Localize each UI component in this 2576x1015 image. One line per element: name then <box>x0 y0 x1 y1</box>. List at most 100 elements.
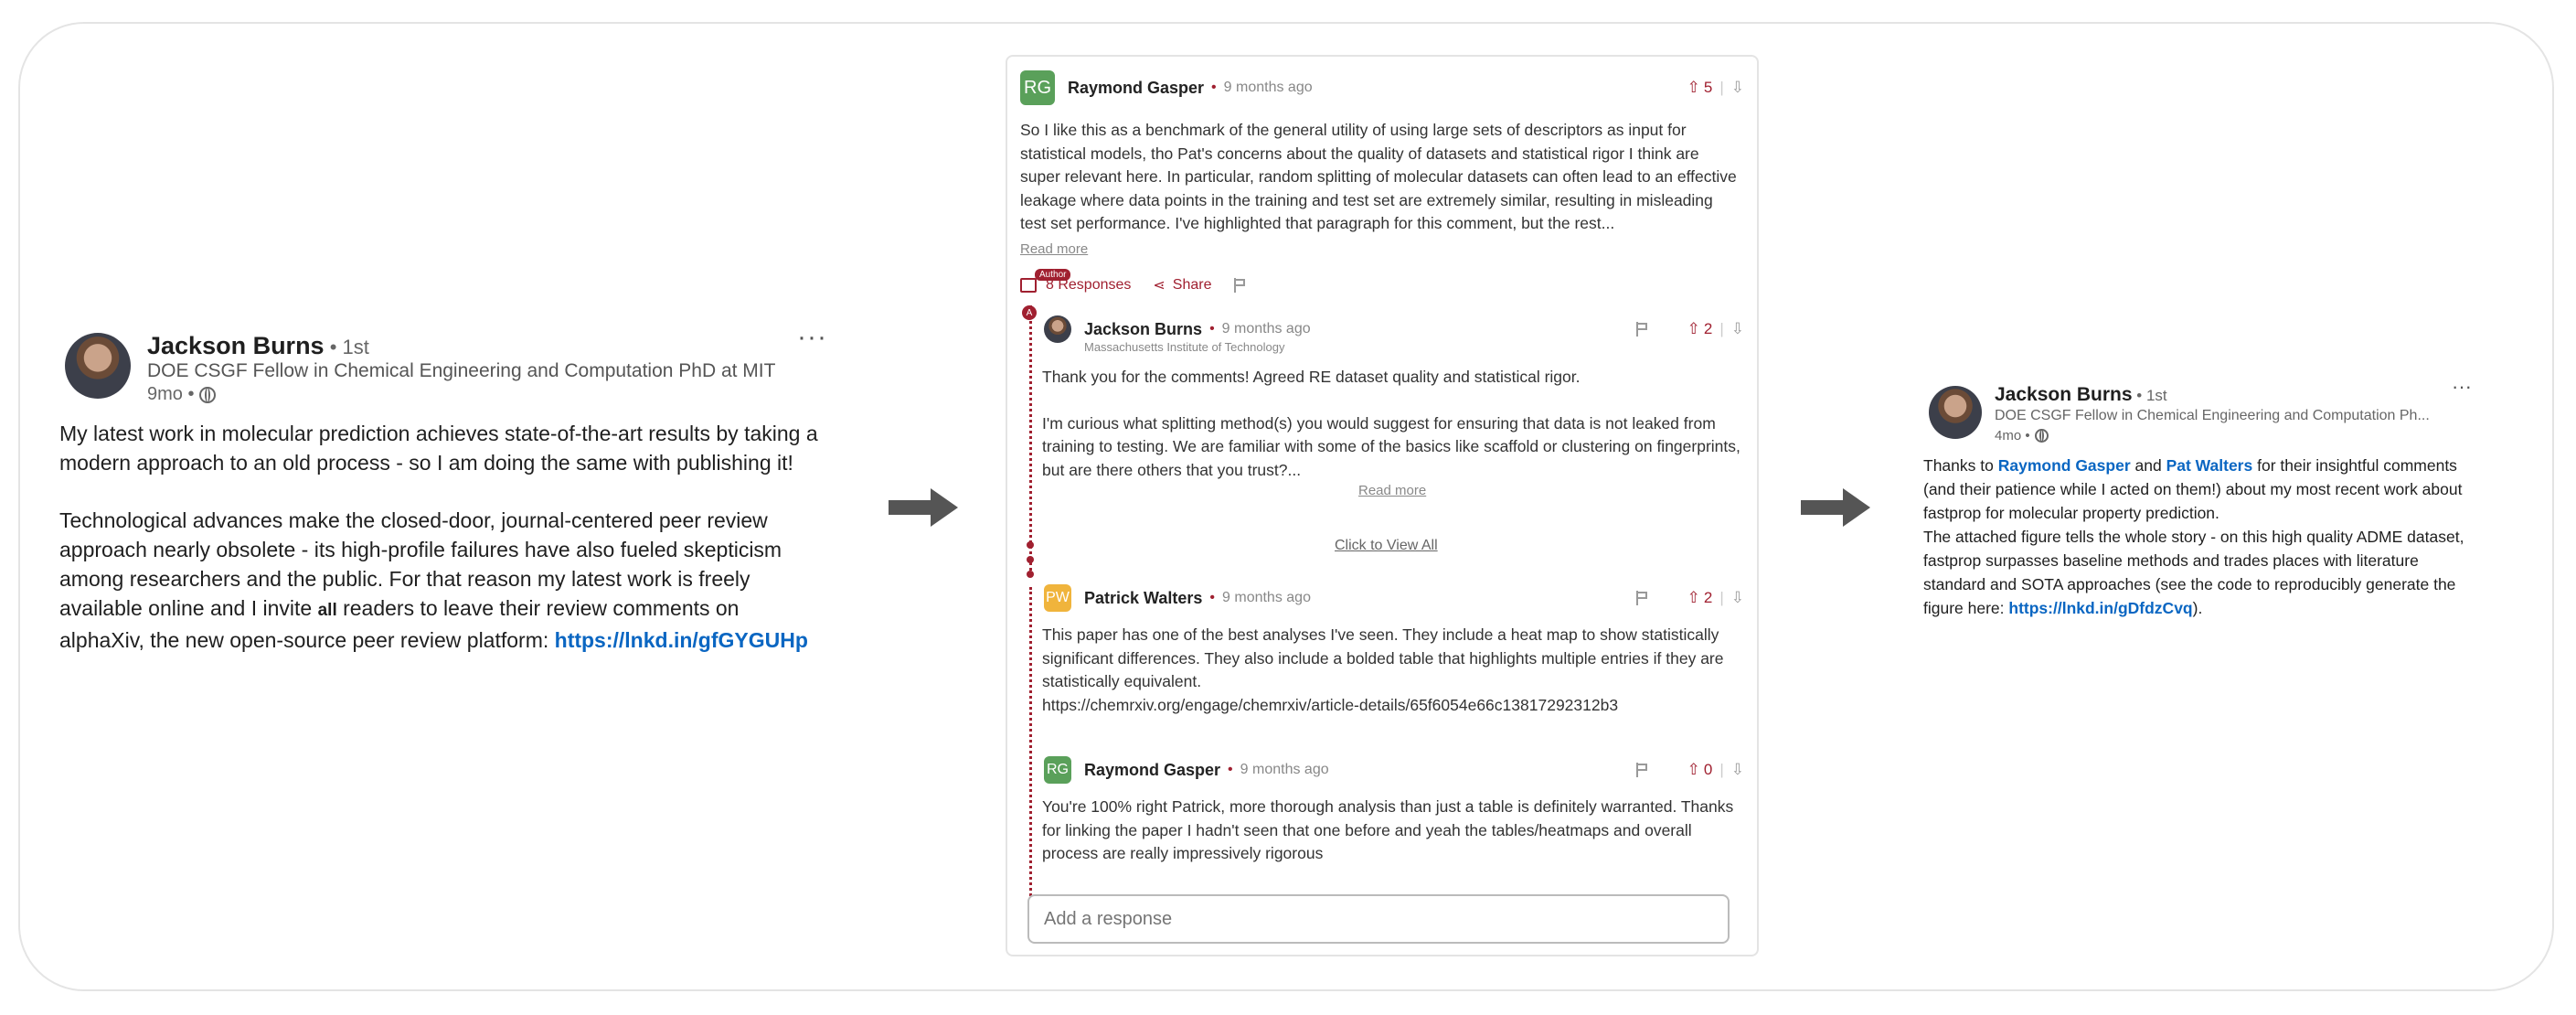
author-headline: DOE CSGF Fellow in Chemical Engineering … <box>1995 408 2430 423</box>
upvote-button[interactable]: ⇧ 2 <box>1687 320 1713 338</box>
comment-text: So I like this as a benchmark of the gen… <box>1020 121 1737 232</box>
mention-pat-walters[interactable]: Pat Walters <box>2166 456 2253 475</box>
avatar[interactable] <box>65 333 131 399</box>
commenter-affiliation: Massachusetts Institute of Technology <box>1084 340 1285 354</box>
post-time: 4mo • <box>1995 428 2049 443</box>
reply-text: You're 100% right Patrick, more thorough… <box>1042 797 1734 862</box>
vote-control: ⇧ 5 | ⇩ <box>1687 75 1744 101</box>
separator-dot: • <box>1211 80 1217 95</box>
post-link[interactable]: https://lnkd.in/gDfdzCvq <box>2008 599 2192 617</box>
commenter-name[interactable]: Raymond Gasper <box>1068 79 1204 98</box>
upvote-button[interactable]: ⇧ 2 <box>1687 589 1713 607</box>
flag-icon[interactable] <box>1233 278 1247 293</box>
upvote-icon: ⇧ <box>1687 589 1700 606</box>
post-paragraph-2: Technological advances make the closed-d… <box>59 506 827 655</box>
post-link[interactable]: https://lnkd.in/gfGYGUHp <box>555 628 808 652</box>
commenter-name[interactable]: Raymond Gasper <box>1084 761 1220 780</box>
author-headline: DOE CSGF Fellow in Chemical Engineering … <box>147 360 776 381</box>
more-icon[interactable]: ··· <box>797 322 827 353</box>
separator-dot: • <box>1228 762 1233 777</box>
share-icon: ⋖ <box>1153 278 1166 294</box>
reply-header: PW Patrick Walters • 9 months ago <box>1044 580 1311 616</box>
avatar[interactable]: RG <box>1044 756 1071 784</box>
share-button[interactable]: ⋖ Share <box>1153 276 1211 294</box>
more-icon[interactable]: ··· <box>2452 375 2472 399</box>
vote-count: 2 <box>1703 589 1713 606</box>
upvote-icon: ⇧ <box>1687 761 1700 778</box>
vote-control: ⇧ 2 | ⇩ <box>1687 316 1744 342</box>
responses-label: 8 Responses <box>1046 277 1132 293</box>
globe-icon <box>2034 429 2049 443</box>
vote-divider: | <box>1719 320 1724 337</box>
separator-dot: • <box>1209 321 1215 337</box>
author-name[interactable]: Jackson Burns • 1st <box>147 332 369 360</box>
upvote-icon: ⇧ <box>1687 79 1700 96</box>
connection-degree: • 1st <box>324 336 369 358</box>
separator-dot: • <box>1209 590 1216 605</box>
flag-icon[interactable] <box>1636 763 1649 777</box>
connection-degree: • 1st <box>2132 387 2167 404</box>
upvote-icon: ⇧ <box>1687 320 1700 337</box>
vote-count: 0 <box>1703 761 1713 778</box>
upvote-button[interactable]: ⇧ 5 <box>1687 79 1713 97</box>
responses-button[interactable]: 8 Responses <box>1020 277 1131 294</box>
thread-line <box>1029 587 1032 935</box>
post-header: Jackson Burns • 1st DOE CSGF Fellow in C… <box>59 322 827 411</box>
avatar[interactable] <box>1929 386 1982 439</box>
time-label: 4mo • <box>1995 428 2030 443</box>
author-marker-icon: A <box>1022 305 1037 320</box>
arrow-right-icon <box>1801 488 1870 527</box>
reply-header: RG Raymond Gasper • 9 months ago <box>1044 752 1329 788</box>
time-label: 9mo • <box>147 384 195 404</box>
vote-divider: | <box>1719 589 1724 606</box>
vote-count: 5 <box>1703 79 1713 96</box>
post-body: My latest work in molecular prediction a… <box>59 419 827 655</box>
avatar[interactable] <box>1044 315 1071 343</box>
response-input[interactable] <box>1027 894 1730 944</box>
upvote-button[interactable]: ⇧ 0 <box>1687 761 1713 779</box>
reply-url[interactable]: https://chemrxiv.org/engage/chemrxiv/art… <box>1042 694 1744 718</box>
linkedin-post-left: Jackson Burns • 1st DOE CSGF Fellow in C… <box>59 322 827 683</box>
reply-text: This paper has one of the best analyses … <box>1042 624 1744 717</box>
view-all-link[interactable]: Click to View All <box>1335 538 1438 554</box>
comment-time: 9 months ago <box>1240 762 1329 777</box>
post-body: Thanks to Raymond Gasper and Pat Walters… <box>1923 454 2472 620</box>
flag-icon[interactable] <box>1636 322 1649 337</box>
author-name[interactable]: Jackson Burns • 1st <box>1995 384 2167 406</box>
thread-dot <box>1027 556 1034 563</box>
downvote-icon[interactable]: ⇩ <box>1731 320 1744 338</box>
read-more-link[interactable]: Read more <box>1020 241 1088 257</box>
vote-control: ⇧ 2 | ⇩ <box>1687 585 1744 611</box>
arrow-right-icon <box>889 488 958 527</box>
globe-icon <box>199 386 217 403</box>
vote-divider: | <box>1719 79 1724 96</box>
downvote-icon[interactable]: ⇩ <box>1731 79 1744 97</box>
emphasis-all: all <box>317 601 337 620</box>
text-run: Thanks to <box>1923 456 1998 475</box>
text-run: and <box>2130 456 2166 475</box>
vote-divider: | <box>1719 761 1724 778</box>
thread-dot <box>1027 541 1034 549</box>
thread-dot <box>1027 571 1034 578</box>
avatar[interactable]: PW <box>1044 584 1071 612</box>
comment-time: 9 months ago <box>1223 80 1313 95</box>
mention-raymond-gasper[interactable]: Raymond Gasper <box>1998 456 2131 475</box>
thread-line <box>1029 305 1032 571</box>
flag-icon[interactable] <box>1636 591 1649 605</box>
share-label: Share <box>1172 277 1212 293</box>
comment-header: RG Raymond Gasper • 9 months ago <box>1020 69 1313 106</box>
commenter-name[interactable]: Jackson Burns <box>1084 320 1202 339</box>
post-paragraph-1: My latest work in molecular prediction a… <box>59 422 818 475</box>
text-run: ). <box>2192 599 2203 617</box>
read-more-link[interactable]: Read more <box>1358 483 1426 498</box>
comment-time: 9 months ago <box>1222 590 1311 605</box>
post-time: 9mo • <box>147 384 217 405</box>
comment-panel: RG Raymond Gasper • 9 months ago ⇧ 5 | ⇩ … <box>1006 55 1759 956</box>
downvote-icon[interactable]: ⇩ <box>1731 589 1744 607</box>
downvote-icon[interactable]: ⇩ <box>1731 761 1744 779</box>
reply-paragraph-2: I'm curious what splitting method(s) you… <box>1042 413 1740 479</box>
commenter-name[interactable]: Patrick Walters <box>1084 589 1202 608</box>
comment-icon <box>1020 278 1037 293</box>
comment-time: 9 months ago <box>1221 321 1311 337</box>
avatar[interactable]: RG <box>1020 70 1055 105</box>
